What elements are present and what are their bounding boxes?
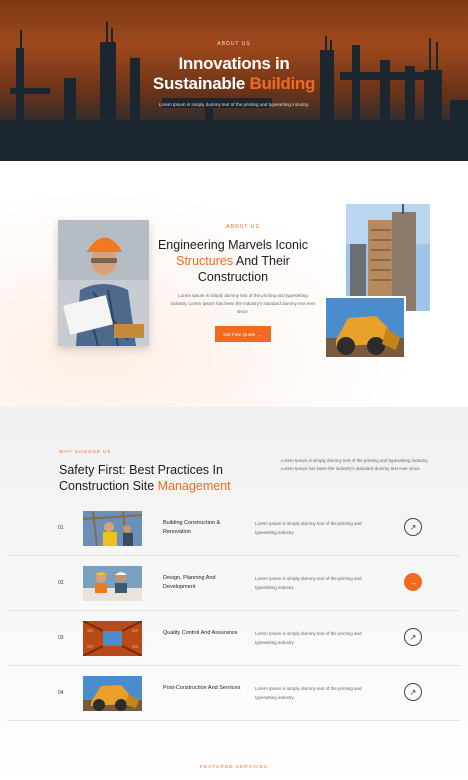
service-number: 04 [58,690,64,696]
about-title-line2-rest: And Their [233,254,290,268]
hero-subtitle: Lorem Ipsum is simply dummy text of the … [158,102,310,107]
get-free-quote-button[interactable]: Get Free Quote → [215,326,271,342]
about-section: ABOUT US Engineering Marvels Iconic Stru… [0,161,468,407]
about-description: Lorem Ipsum is simply dummy text of the … [170,293,316,314]
why-title: Safety First: Best Practices In Construc… [59,462,269,494]
get-free-quote-label: Get Free Quote [223,331,256,337]
arrow-right-icon: → [258,331,263,337]
arrow-right-icon[interactable]: → [404,573,422,591]
skyscraper-photo [346,204,430,311]
bulldozer-photo [324,296,406,359]
why-title-accent: Management [157,479,231,493]
engineer-photo [58,220,149,346]
service-description: Lorem Ipsum is simply dummy text of the … [255,521,362,535]
about-title-accent: Structures [176,254,234,268]
service-title: Building Construction & Renovation [163,520,221,535]
about-eyebrow: ABOUT US [226,224,260,230]
service-row[interactable]: 01 Building Construction & Renovation Lo… [8,501,460,556]
service-image [83,621,142,656]
why-choose-section: WHY CHOOSE US Safety First: Best Practic… [0,407,468,780]
hero-eyebrow: ABOUT US [217,41,251,47]
service-description: Lorem Ipsum is simply dummy text of the … [255,686,362,700]
service-title: Design, Planning And Development [163,575,216,590]
service-row[interactable]: 02 Design, Planning And Development Lore… [8,556,460,611]
service-image [83,676,142,711]
about-title-line1: Engineering Marvels Iconic [157,238,309,252]
service-title: Post-Construction And Services [163,685,241,691]
hero-title-accent: Building [249,74,316,93]
featured-services-eyebrow: FEATURED SERVICES [200,765,268,770]
why-eyebrow: WHY CHOOSE US [59,449,112,454]
service-number: 01 [58,525,64,531]
arrow-up-right-icon[interactable]: ↗ [404,683,422,701]
arrow-up-right-icon[interactable]: ↗ [404,628,422,646]
arrow-up-right-icon[interactable]: ↗ [404,518,422,536]
service-number: 02 [58,580,64,586]
hero-title-line2: Sustainable Building [0,74,468,94]
hero-title-plain: Sustainable [152,74,250,93]
hero-title-line1: Innovations in [178,54,290,73]
hero-section: ABOUT US Innovations in Sustainable Buil… [0,0,468,161]
about-title-line2: Structures And Their [150,253,316,269]
service-row[interactable]: 03 Quality Control And Assurance Lorem I… [8,611,460,666]
about-title: Engineering Marvels Iconic Structures An… [150,237,316,285]
about-title-line3: Construction [197,270,269,284]
service-number: 03 [58,635,64,641]
service-description: Lorem Ipsum is simply dummy text of the … [255,631,362,645]
service-row[interactable]: 04 Post-Construction And Services Lorem … [8,666,460,721]
why-description: Lorem Ipsum is simply dummy text of the … [281,458,429,471]
service-image [83,511,142,546]
service-image [83,566,142,601]
service-title: Quality Control And Assurance [163,630,238,636]
service-description: Lorem Ipsum is simply dummy text of the … [255,576,362,590]
hero-title: Innovations in Sustainable Building [0,54,468,94]
